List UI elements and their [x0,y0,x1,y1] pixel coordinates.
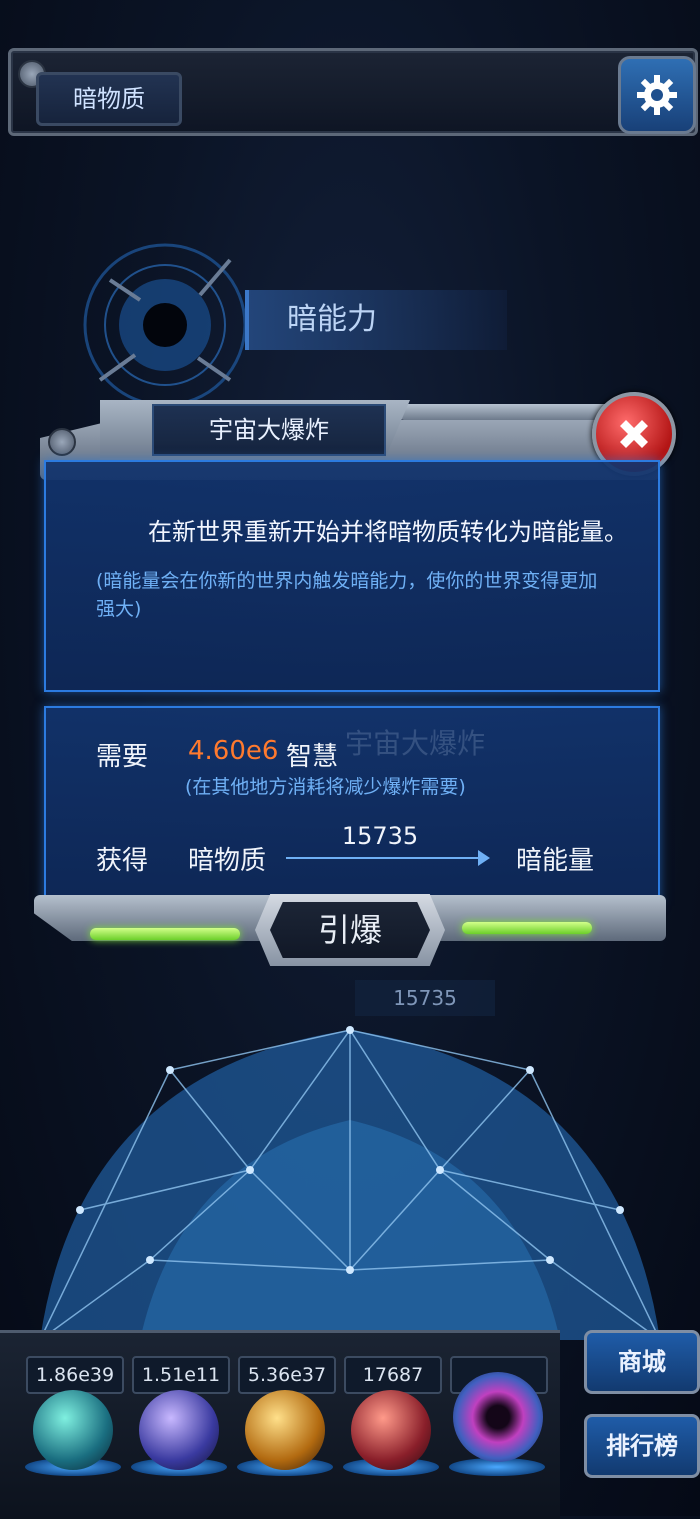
require-note: (在其他地方消耗将减少爆炸需要) [185,776,466,798]
black-hole-orb-icon[interactable] [453,1372,543,1462]
ghost-title: 宇宙大爆炸 [345,727,486,760]
close-icon [620,420,648,448]
detonate-button[interactable]: 引爆 [255,894,445,966]
bolt-icon [48,428,76,456]
energy-bar-right [462,922,592,934]
leaderboard-button[interactable]: 排行榜 [584,1414,700,1478]
detonate-label: 引爆 [270,902,430,958]
dialog-rail [400,404,610,420]
resource-value: 17687 [344,1356,442,1394]
gain-to: 暗能量 [516,846,595,876]
brain-orb-icon[interactable] [351,1390,431,1470]
green-crystal-orb-icon[interactable] [33,1390,113,1470]
arrow-line [286,857,482,859]
dialog-title: 宇宙大爆炸 [152,404,386,456]
shop-button[interactable]: 商城 [584,1330,700,1394]
arrow-right-icon [478,850,490,866]
resource-value: 1.51e11 [132,1356,230,1394]
dark-ability-label: 暗能力 [245,290,507,350]
lightning-orb-icon[interactable] [139,1390,219,1470]
description-text: 在新世界重新开始并将暗物质转化为暗能量。 [148,518,628,546]
dialog-note: (暗能量会在你新的世界内触发暗能力，使你的世界变得更加强大) [96,570,598,620]
ghost-dark-matter-value: 15735 [355,980,495,1016]
dialog-description: 在新世界重新开始并将暗物质转化为暗能量。 [80,515,630,549]
page-title: 暗物质 [36,72,182,126]
require-label: 需要 [96,742,149,772]
gear-icon [637,75,677,115]
gain-from: 暗物质 [188,846,267,876]
black-hole-emblem-icon [83,243,247,407]
require-unit: 智慧 [286,742,339,772]
energy-bar-left [90,928,240,940]
gain-amount: 15735 [341,822,419,850]
fire-orb-icon[interactable] [245,1390,325,1470]
gain-label: 获得 [96,846,149,876]
resource-value: 5.36e37 [238,1356,336,1394]
resource-value: 1.86e39 [26,1356,124,1394]
world-globe [39,1026,661,1340]
require-value: 4.60e6 [188,736,279,766]
settings-button[interactable] [618,56,696,134]
